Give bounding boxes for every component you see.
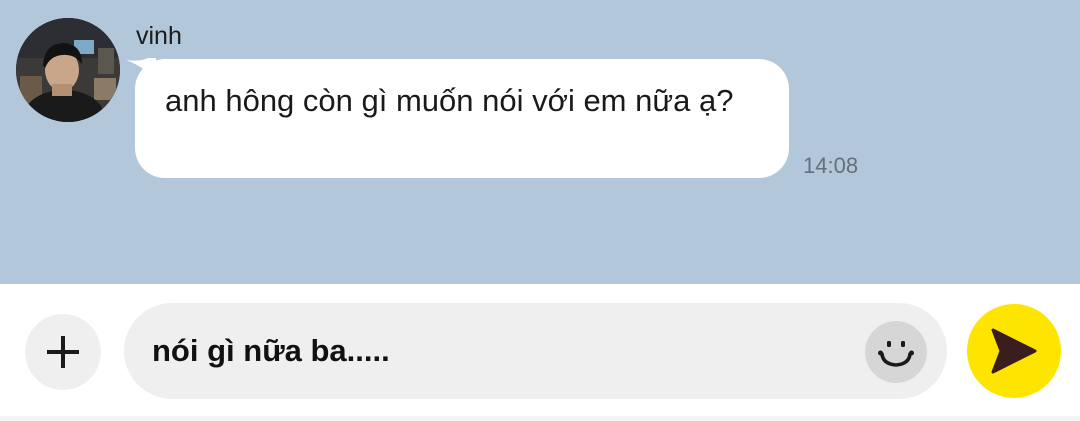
sender-name: vinh — [136, 22, 182, 50]
emoji-button[interactable] — [865, 321, 927, 383]
sender-avatar[interactable] — [16, 18, 120, 122]
add-attachment-button[interactable] — [25, 314, 101, 390]
message-input-text[interactable]: nói gì nữa ba..... — [152, 303, 390, 399]
profile-photo-icon — [16, 18, 120, 122]
message-bubble[interactable]: anh hông còn gì muốn nói với em nữa ạ? — [135, 59, 789, 178]
smiley-icon — [878, 341, 914, 367]
plus-icon — [47, 336, 79, 368]
message-timestamp: 14:08 — [803, 153, 859, 178]
chat-screen: vinh anh hông còn gì muốn nói với em nữa… — [0, 0, 1080, 421]
message-input-field[interactable]: nói gì nữa ba..... — [124, 303, 947, 399]
message-text: anh hông còn gì muốn nói với em nữa ạ? — [165, 83, 734, 118]
bottom-divider — [0, 416, 1080, 421]
send-arrow-icon — [991, 328, 1037, 374]
message-list[interactable]: vinh anh hông còn gì muốn nói với em nữa… — [0, 0, 1080, 284]
send-button[interactable] — [967, 304, 1061, 398]
